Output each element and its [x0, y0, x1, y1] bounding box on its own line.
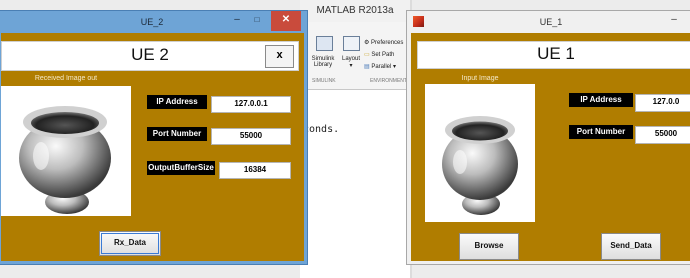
preferences-label: Preferences [371, 40, 404, 46]
matlab-title-bar: MATLAB R2013a [300, 0, 410, 22]
ue2-close-button[interactable]: x [265, 45, 294, 68]
parallel-label: Parallel [371, 64, 392, 70]
port-number-label: Port Number [147, 127, 207, 141]
ue1-window[interactable]: UE_1 – UE 1 Input Image IP Address 127.0… [406, 10, 690, 265]
command-window[interactable] [300, 90, 410, 278]
ue1-window-title: UE_1 [539, 17, 563, 27]
close-icon[interactable]: ✕ [271, 11, 301, 31]
set-path-button[interactable]: ▭ Set Path [364, 51, 394, 58]
received-image-caption: Received Image out [34, 75, 98, 82]
output-buffer-size-field[interactable]: 16384 [219, 162, 291, 179]
matlab-title: MATLAB R2013a [316, 5, 394, 16]
minimize-icon[interactable]: – [667, 11, 681, 31]
input-image [425, 84, 535, 222]
chevron-down-icon: ▾ [349, 63, 353, 69]
ip-address-field[interactable]: 127.0.0.1 [211, 96, 291, 113]
ue2-panel: UE 2 x Received Image out IP Address 127… [1, 33, 304, 261]
chevron-down-icon: ▾ [393, 64, 397, 70]
pot-image [442, 116, 518, 215]
matlab-ribbon: Simulink Library Layout ▾ ⚙ Preferences … [300, 22, 412, 90]
command-output-text: conds. [303, 124, 340, 135]
maximize-icon[interactable]: □ [249, 11, 265, 31]
port-number-field[interactable]: 55000 [211, 128, 291, 145]
ip-address-label: IP Address [569, 93, 633, 107]
ue2-window[interactable]: UE_2 – □ ✕ UE 2 x Received Image out IP … [0, 10, 308, 265]
set-path-label: Set Path [371, 52, 395, 58]
output-buffer-size-label: OutputBufferSize [147, 161, 215, 175]
section-environment-label: ENVIRONMENT [370, 78, 407, 84]
ip-address-field[interactable]: 127.0.0 [635, 94, 690, 112]
ue1-panel: UE 1 Input Image IP Address 127.0.0 Port… [411, 33, 690, 261]
layout-icon[interactable] [343, 36, 360, 51]
ip-address-label: IP Address [147, 95, 207, 109]
preferences-button[interactable]: ⚙ Preferences [364, 39, 403, 46]
ue2-window-title: UE_2 [140, 17, 164, 27]
ue1-title-bar[interactable]: UE_1 – [407, 11, 690, 33]
simulink-library-icon[interactable] [316, 36, 333, 51]
input-image-caption: Input Image [461, 75, 499, 82]
parallel-button[interactable]: ▤ Parallel ▾ [364, 63, 396, 70]
pot-image [19, 106, 111, 214]
ue2-heading: UE 2 [1, 41, 299, 71]
layout-button[interactable]: Layout ▾ [336, 56, 366, 69]
port-number-field[interactable]: 55000 [635, 126, 690, 144]
rx-data-button[interactable]: Rx_Data [99, 231, 161, 256]
minimize-icon[interactable]: – [229, 11, 245, 31]
send-data-button[interactable]: Send_Data [601, 233, 661, 260]
matlab-logo-icon [413, 16, 424, 27]
browse-button[interactable]: Browse [459, 233, 519, 260]
gear-icon: ⚙ [364, 40, 372, 46]
ue1-heading: UE 1 [417, 41, 690, 69]
section-simulink-label: SIMULINK [312, 78, 336, 84]
ue2-title-bar[interactable]: UE_2 – □ ✕ [0, 11, 307, 33]
received-image [1, 86, 131, 216]
port-number-label: Port Number [569, 125, 633, 139]
